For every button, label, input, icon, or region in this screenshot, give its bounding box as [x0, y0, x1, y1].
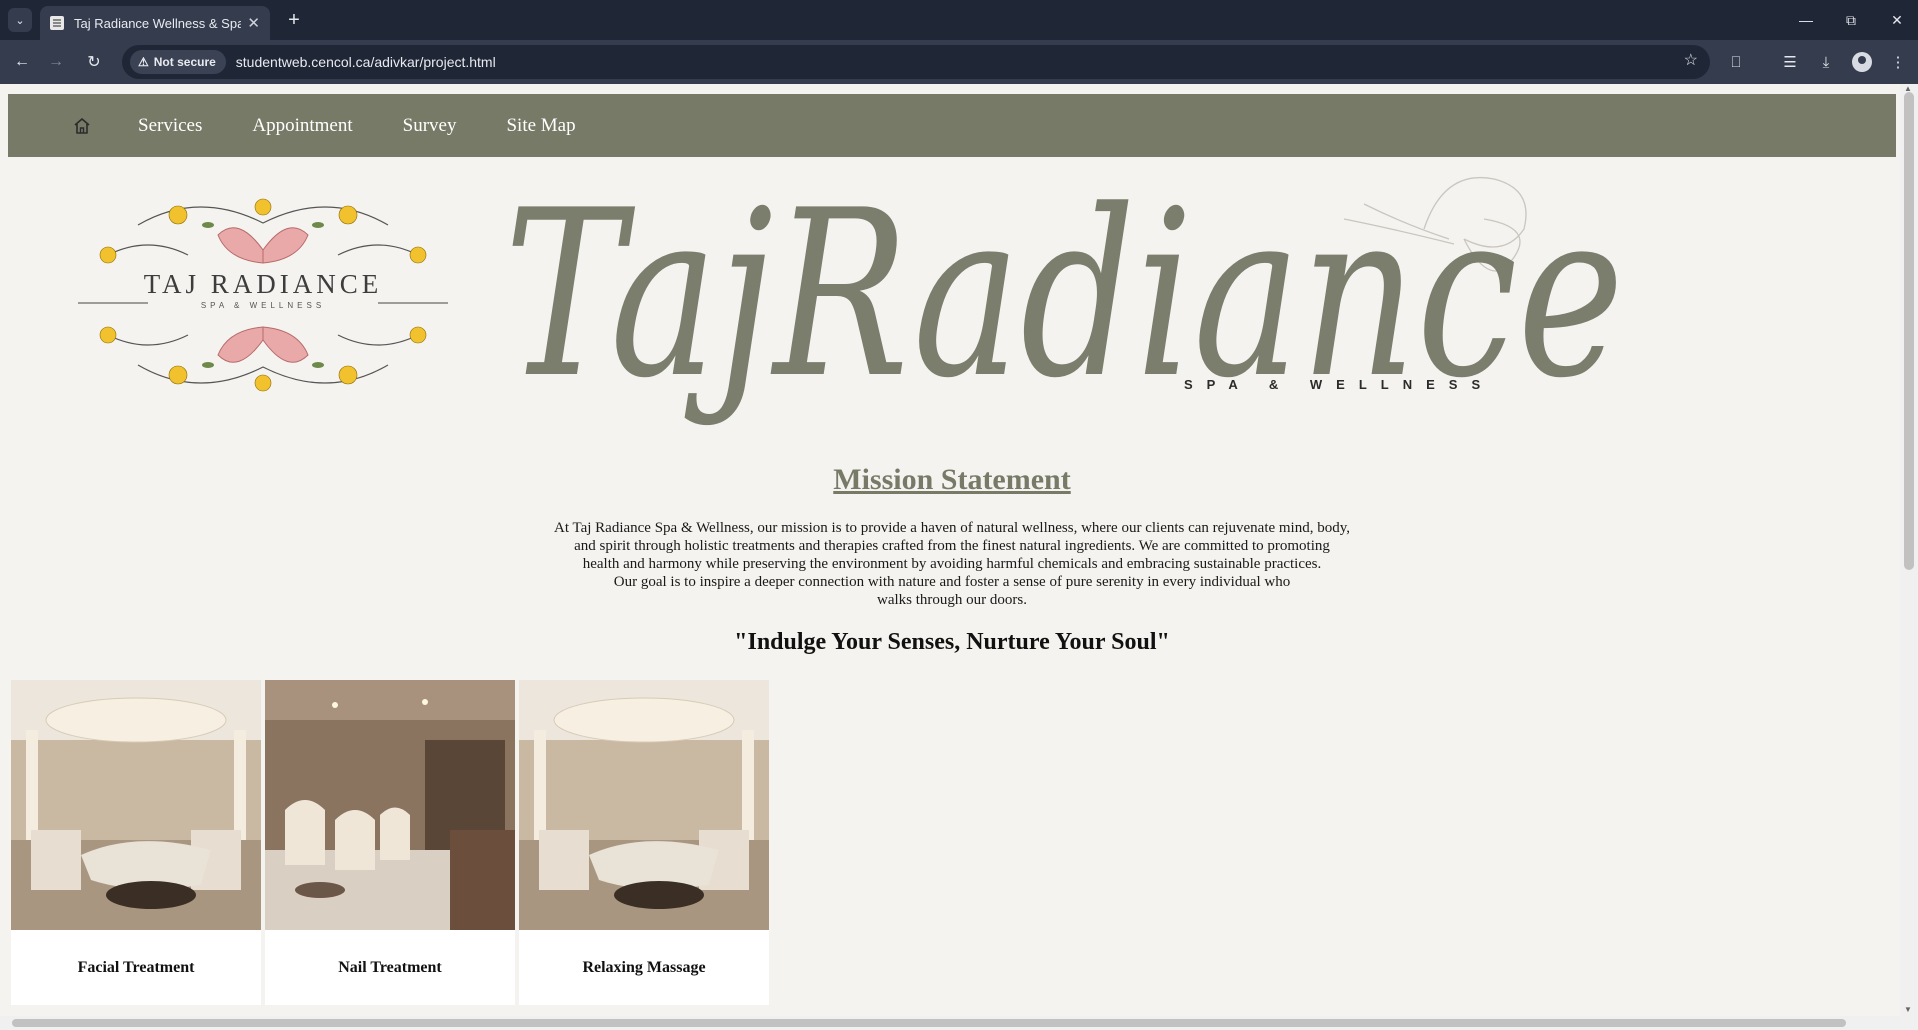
minimize-icon[interactable]: —	[1791, 8, 1821, 32]
extensions-icon[interactable]: ⎕	[1724, 50, 1748, 74]
mission-line: walks through our doors.	[877, 592, 1027, 608]
profile-avatar[interactable]	[1852, 52, 1872, 72]
download-icon[interactable]: ⤓	[1814, 50, 1838, 74]
home-icon[interactable]	[72, 116, 92, 136]
new-tab-icon[interactable]: +	[282, 8, 306, 32]
emblem-title: TAJ RADIANCE	[144, 269, 383, 299]
script-logo: TajRadiance SPA & WELLNESS	[504, 162, 1624, 429]
restore-icon[interactable]: ⧉	[1836, 8, 1866, 32]
tab-title: Taj Radiance Wellness & Spa	[74, 15, 242, 31]
forward-icon[interactable]: →	[44, 50, 68, 74]
back-icon[interactable]: ←	[10, 50, 34, 74]
brand-header: TAJ RADIANCE SPA & WELLNESS TajRadiance …	[8, 157, 1896, 449]
service-card-facial[interactable]: Facial Treatment	[11, 680, 261, 1005]
mission-title: Mission Statement	[833, 463, 1071, 496]
service-card-massage[interactable]: Relaxing Massage	[519, 680, 769, 1005]
close-window-icon[interactable]: ✕	[1882, 8, 1912, 32]
vertical-scroll-thumb[interactable]	[1904, 92, 1914, 570]
media-icon[interactable]: ☰	[1778, 50, 1802, 74]
nail-room-image	[265, 680, 515, 930]
address-bar[interactable]: ⚠ Not secure studentweb.cencol.ca/adivka…	[122, 45, 1710, 79]
page-viewport: Services Appointment Survey Site Map TAJ…	[0, 84, 1918, 1030]
menu-icon[interactable]: ⋮	[1886, 50, 1910, 74]
nav-appointment[interactable]: Appointment	[252, 115, 352, 137]
massage-room-image	[519, 680, 769, 930]
service-name: Facial Treatment	[77, 959, 195, 976]
script-subtitle: SPA & WELLNESS	[1184, 377, 1494, 392]
mission-line: health and harmony while preserving the …	[582, 556, 1322, 572]
url-text[interactable]: studentweb.cencol.ca/adivkar/project.htm…	[236, 54, 496, 70]
horizontal-scrollbar[interactable]	[0, 1016, 1900, 1030]
nav-services[interactable]: Services	[138, 115, 202, 137]
mission-line: At Taj Radiance Spa & Wellness, our miss…	[553, 520, 1351, 536]
security-chip[interactable]: ⚠ Not secure	[130, 50, 226, 74]
nav-site-map[interactable]: Site Map	[506, 115, 575, 137]
warning-icon: ⚠	[138, 55, 149, 69]
nav-survey[interactable]: Survey	[403, 115, 457, 137]
tab-search-icon[interactable]: ⌄	[8, 8, 32, 32]
service-card-nail[interactable]: Nail Treatment	[265, 680, 515, 1005]
mission-statement: At Taj Radiance Spa & Wellness, our miss…	[512, 519, 1392, 609]
services-gallery: Facial Treatment Nail Treatment Relaxing…	[11, 680, 1896, 1005]
scroll-down-icon[interactable]: ▼	[1904, 1005, 1912, 1014]
mission-line: and spirit through holistic treatments a…	[574, 538, 1330, 554]
page-content: Services Appointment Survey Site Map TAJ…	[8, 94, 1896, 1005]
service-name: Nail Treatment	[338, 959, 442, 976]
browser-tab[interactable]: Taj Radiance Wellness & Spa ✕	[40, 6, 270, 40]
facial-room-image	[11, 680, 261, 930]
reload-icon[interactable]: ↻	[82, 50, 106, 74]
service-name: Relaxing Massage	[582, 959, 706, 976]
tab-close-icon[interactable]: ✕	[247, 14, 260, 32]
tagline: "Indulge Your Senses, Nurture Your Soul"	[734, 629, 1170, 655]
mission-line: Our goal is to inspire a deeper connecti…	[613, 574, 1291, 590]
bookmark-star-icon[interactable]: ☆	[1684, 50, 1698, 70]
browser-toolbar: ← → ↻ ⚠ Not secure studentweb.cencol.ca/…	[0, 40, 1918, 84]
security-label: Not secure	[153, 55, 216, 69]
tab-strip: ⌄ Taj Radiance Wellness & Spa ✕ + — ⧉ ✕	[0, 0, 1918, 40]
emblem-logo: TAJ RADIANCE SPA & WELLNESS	[78, 198, 448, 392]
emblem-subtitle: SPA & WELLNESS	[201, 301, 325, 310]
favicon-icon	[50, 16, 64, 30]
horizontal-scroll-thumb[interactable]	[12, 1019, 1846, 1027]
vertical-scrollbar[interactable]: ▲ ▼	[1900, 84, 1918, 1030]
site-navbar: Services Appointment Survey Site Map	[8, 94, 1896, 157]
